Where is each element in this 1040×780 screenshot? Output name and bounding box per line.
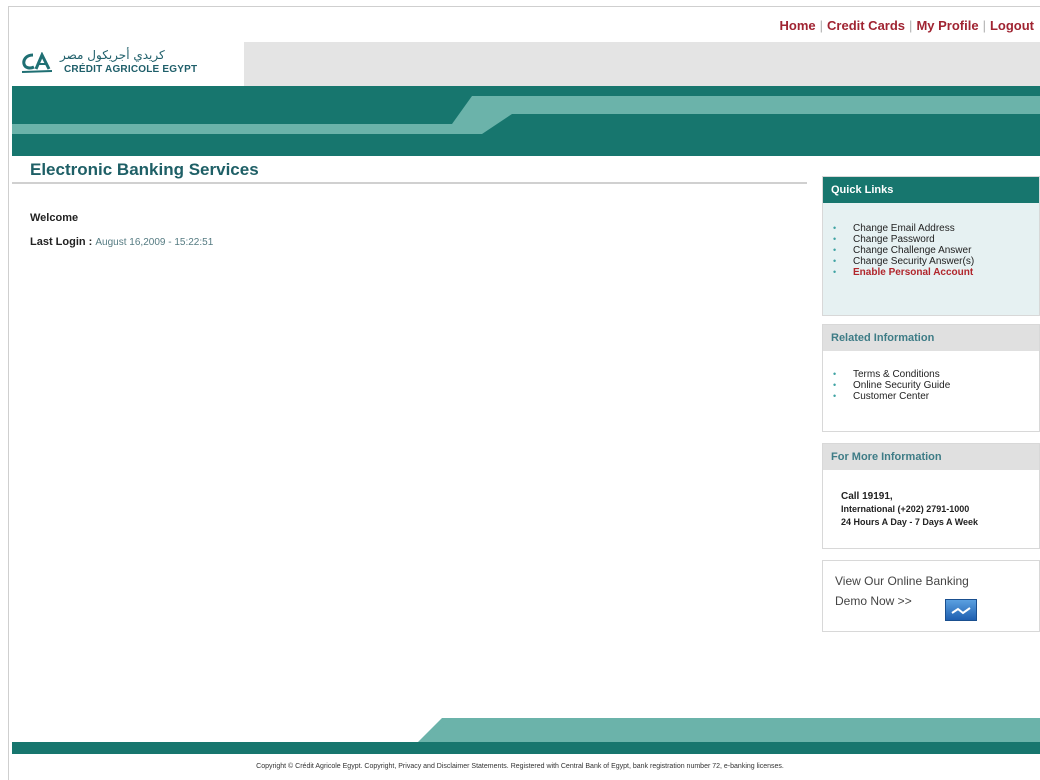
last-login-info: Last Login : August 16,2009 - 15:22:51	[30, 236, 213, 248]
more-information-panel: For More Information Call 19191, Interna…	[822, 443, 1040, 549]
nav-separator: |	[982, 18, 986, 33]
call-number-text: Call 19191,	[841, 491, 893, 502]
availability-text: 24 Hours A Day - 7 Days A Week	[841, 517, 979, 527]
top-navigation: Home | Credit Cards | My Profile | Logout	[780, 18, 1035, 33]
bullet-icon: •	[833, 223, 837, 233]
change-challenge-answer-link[interactable]: Change Challenge Answer	[853, 245, 971, 256]
list-item: • Customer Center	[833, 391, 1039, 402]
more-information-heading: For More Information	[823, 444, 1039, 470]
quick-links-heading: Quick Links	[823, 177, 1039, 203]
last-login-label: Last Login :	[30, 236, 93, 248]
contact-info: Call 19191, International (+202) 2791-10…	[823, 470, 1039, 529]
bullet-icon: •	[833, 380, 837, 390]
footer-teal-band	[12, 718, 1040, 754]
list-item: • Terms & Conditions	[833, 369, 1039, 380]
monitor-icon	[951, 607, 971, 615]
demo-play-icon[interactable]	[945, 599, 977, 621]
bullet-icon: •	[833, 245, 837, 255]
logo-latin-text: CRÉDIT AGRICOLE EGYPT	[64, 64, 198, 75]
quick-links-panel: Quick Links • Change Email Address • Chang…	[822, 176, 1040, 316]
change-security-answer-link[interactable]: Change Security Answer(s)	[853, 256, 974, 267]
welcome-text: Welcome	[30, 212, 79, 224]
international-number-text: International (+202) 2791-1000	[841, 504, 970, 514]
list-item: • Online Security Guide	[833, 380, 1039, 391]
demo-panel: View Our Online Banking Demo Now >>	[822, 560, 1040, 632]
nav-logout-link[interactable]: Logout	[990, 18, 1034, 33]
nav-separator: |	[909, 18, 913, 33]
quick-links-list: • Change Email Address • Change Password •…	[823, 203, 1039, 278]
terms-conditions-link[interactable]: Terms & Conditions	[853, 369, 940, 380]
change-email-link[interactable]: Change Email Address	[853, 223, 955, 234]
list-item: • Change Email Address	[833, 223, 1039, 234]
bullet-icon: •	[833, 234, 837, 244]
related-information-list: • Terms & Conditions • Online Security Gui…	[823, 351, 1039, 402]
bullet-icon: •	[833, 267, 837, 277]
last-login-value: August 16,2009 - 15:22:51	[95, 237, 214, 248]
demo-now-link[interactable]: Demo Now >>	[835, 594, 912, 608]
nav-my-profile-link[interactable]: My Profile	[916, 18, 978, 33]
enable-personal-account-link[interactable]: Enable Personal Account	[853, 267, 973, 278]
title-divider	[12, 182, 807, 184]
logo-arabic-text: كريدي أجريكول مصر	[60, 48, 165, 62]
header-gray-band	[244, 42, 1040, 86]
header-teal-banner	[12, 86, 1040, 156]
copyright-text: Copyright © Crédit Agricole Egypt. Copyr…	[256, 763, 784, 770]
related-information-heading: Related Information	[823, 325, 1039, 351]
bullet-icon: •	[833, 256, 837, 266]
demo-line-1: View Our Online Banking	[835, 574, 969, 588]
list-item: • Change Security Answer(s)	[833, 256, 1039, 267]
related-information-panel: Related Information • Terms & Conditions …	[822, 324, 1040, 432]
nav-separator: |	[819, 18, 824, 33]
nav-credit-cards-link[interactable]: Credit Cards	[827, 18, 905, 33]
page-title: Electronic Banking Services	[30, 160, 259, 179]
nav-home-link[interactable]: Home	[780, 18, 816, 33]
customer-center-link[interactable]: Customer Center	[853, 391, 929, 402]
list-item: • Change Password	[833, 234, 1039, 245]
list-item: • Enable Personal Account	[833, 267, 1039, 278]
list-item: • Change Challenge Answer	[833, 245, 1039, 256]
online-security-guide-link[interactable]: Online Security Guide	[853, 380, 950, 391]
ca-logo-icon	[22, 52, 52, 73]
bullet-icon: •	[833, 369, 837, 379]
bullet-icon: •	[833, 391, 837, 401]
change-password-link[interactable]: Change Password	[853, 234, 935, 245]
